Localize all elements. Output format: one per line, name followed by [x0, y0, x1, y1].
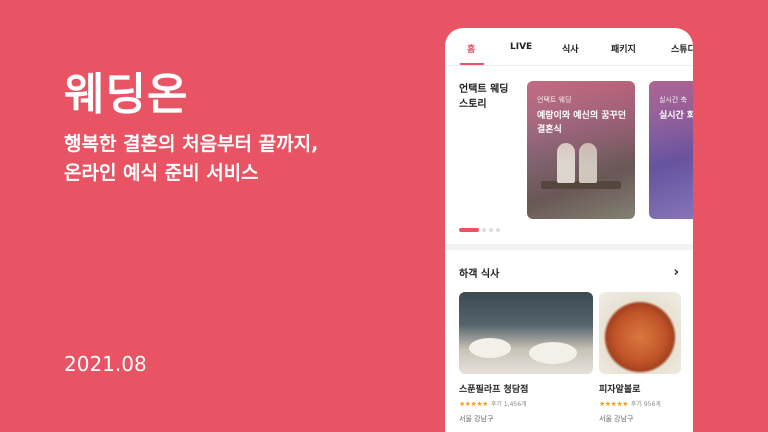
restaurant-list: 스푼필라프 청담점 ★★★★★ 후기 1,456개 서울 강남구 피자알볼로 ★… [445, 288, 693, 432]
tab-home[interactable]: 홈 [467, 42, 475, 55]
restaurant-location: 서울 강남구 [459, 415, 494, 423]
chevron-right-icon[interactable]: › [674, 265, 679, 280]
section-divider [445, 244, 693, 250]
phone-mockup: 홈 LIVE 식사 패키지 스튜디 언택트 웨딩 스토리 언택트 웨딩 예랑이와… [445, 28, 693, 432]
story-card[interactable]: 언택트 웨딩 예랑이와 예신의 꿈꾸던 결혼식 [527, 81, 635, 219]
tab-studio[interactable]: 스튜디 [671, 42, 693, 55]
review-count: 후기 956개 [630, 401, 661, 408]
tab-package[interactable]: 패키지 [611, 42, 636, 55]
story-card-main: 실시간 화 축하멘트 [659, 111, 693, 121]
top-tab-bar: 홈 LIVE 식사 패키지 스튜디 [445, 28, 693, 66]
restaurant-image [599, 292, 681, 374]
tagline-line-2: 온라인 예식 준비 서비스 [64, 162, 259, 184]
carousel-dot[interactable] [489, 228, 493, 232]
plate [529, 342, 577, 364]
meal-section-header[interactable]: 하객 식사 › [445, 256, 693, 288]
carousel-dot-active[interactable] [459, 228, 479, 232]
carousel-dots [459, 228, 500, 232]
tagline: 행복한 결혼의 처음부터 끝까지, 온라인 예식 준비 서비스 [64, 130, 318, 188]
restaurant-location: 서울 강남구 [599, 415, 634, 423]
carousel-dot[interactable] [482, 228, 486, 232]
story-card-sub: 언택트 웨딩 [537, 96, 572, 104]
tab-live[interactable]: LIVE [510, 42, 532, 52]
plate [469, 338, 511, 358]
story-card[interactable]: 실시간 축 실시간 화 축하멘트 [649, 81, 693, 219]
restaurant-image [459, 292, 593, 374]
star-rating-icon: ★★★★★ [599, 399, 628, 408]
tab-meal[interactable]: 식사 [562, 42, 579, 55]
restaurant-rating: ★★★★★ 후기 1,456개 [459, 399, 593, 409]
restaurant-name: 스푼필라프 청담점 [459, 385, 529, 395]
star-rating-icon: ★★★★★ [459, 399, 488, 408]
active-tab-indicator [460, 63, 484, 65]
section-title: 하객 식사 [459, 268, 500, 280]
story-section: 언택트 웨딩 스토리 언택트 웨딩 예랑이와 예신의 꿈꾸던 결혼식 실시간 축… [445, 66, 693, 244]
restaurant-rating: ★★★★★ 후기 956개 [599, 399, 681, 409]
review-count: 후기 1,456개 [490, 401, 527, 408]
restaurant-name: 피자알볼로 [599, 385, 641, 395]
tagline-line-1: 행복한 결혼의 처음부터 끝까지, [64, 133, 319, 155]
story-card-sub: 실시간 축 [659, 96, 687, 104]
brand-title: 웨딩온 [64, 69, 189, 120]
story-card-main: 예랑이와 예신의 꿈꾸던 결혼식 [537, 111, 627, 135]
release-date: 2021.08 [64, 352, 147, 376]
restaurant-card[interactable]: 스푼필라프 청담점 ★★★★★ 후기 1,456개 서울 강남구 [459, 292, 593, 424]
story-title: 언택트 웨딩 스토리 [459, 84, 509, 110]
restaurant-card[interactable]: 피자알볼로 ★★★★★ 후기 956개 서울 강남구 [599, 292, 681, 424]
carousel-dot[interactable] [496, 228, 500, 232]
